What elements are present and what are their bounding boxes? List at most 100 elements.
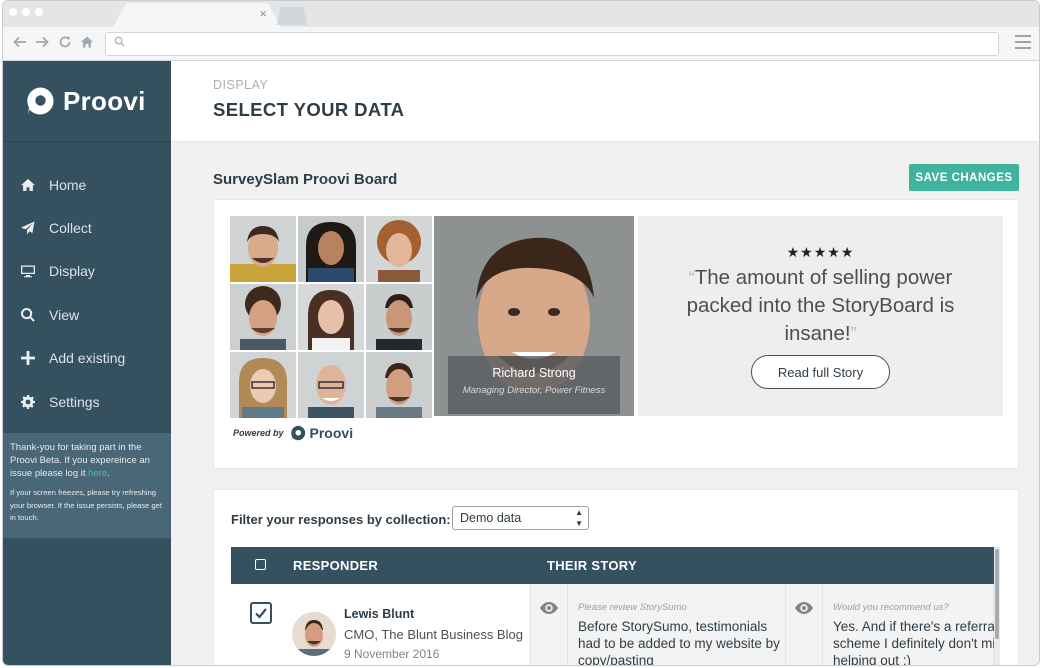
testimonial-photo[interactable] (230, 284, 296, 350)
table-row[interactable]: Lewis Blunt CMO, The Blunt Business Blog… (231, 584, 994, 666)
story-answer: Yes. And if there's a referral scheme I … (833, 619, 994, 666)
cell-divider (567, 584, 568, 665)
avatar[interactable] (292, 612, 336, 656)
monitor-icon (21, 265, 35, 278)
close-quote-mark: ” (850, 324, 857, 344)
sidebar-item-display[interactable]: Display (3, 250, 171, 293)
powered-by-label: Powered by (233, 428, 284, 438)
responder-cell: Lewis Blunt CMO, The Blunt Business Blog… (231, 584, 531, 665)
quote-panel: ★★★★★ “The amount of selling power packe… (638, 216, 1003, 416)
column-header-story[interactable]: THEIR STORY (547, 558, 637, 573)
beta-report-link[interactable]: here (88, 468, 107, 479)
sidebar-item-label: View (49, 306, 80, 323)
home-browser-icon[interactable] (80, 35, 94, 49)
sidebar-item-settings[interactable]: Settings (3, 380, 171, 423)
browser-tab[interactable]: × (113, 3, 281, 27)
testimonial-quote: “The amount of selling power packed into… (678, 264, 963, 348)
brand-name: Proovi (63, 85, 146, 116)
sidebar-menu: Home Collect Display View Add existing S… (3, 163, 171, 423)
sidebar-item-view[interactable]: View (3, 293, 171, 336)
sidebar-item-home[interactable]: Home (3, 163, 171, 206)
beta-text: Thank-you for taking part in the Proovi … (10, 442, 150, 479)
home-icon (21, 178, 35, 191)
testimonial-photo[interactable] (366, 352, 432, 418)
eye-icon[interactable] (540, 602, 558, 614)
table-header: RESPONDER THEIR STORY (231, 547, 994, 584)
sidebar: Proovi Home Collect Display View Add exi… (3, 61, 171, 665)
powered-by[interactable]: Powered by Proovi (233, 425, 353, 441)
select-arrows-icon: ▲ ▼ (575, 508, 583, 528)
save-changes-button[interactable]: SAVE CHANGES (909, 164, 1019, 191)
responder-name[interactable]: Lewis Blunt (344, 607, 414, 621)
browser-toolbar (3, 27, 1039, 61)
avatar-photo (292, 612, 336, 656)
story-board-preview: Richard Strong Managing Director, Power … (213, 199, 1019, 469)
address-bar[interactable] (105, 32, 999, 56)
gear-icon (21, 394, 35, 409)
responder-date: 9 November 2016 (344, 647, 440, 661)
sidebar-item-add-existing[interactable]: Add existing (3, 337, 171, 380)
select-all-checkbox[interactable] (255, 559, 266, 570)
maximize-window-dot[interactable] (35, 8, 43, 16)
story-cell[interactable]: Would you recommend us? Yes. And if ther… (786, 584, 994, 666)
checkmark-icon (255, 608, 267, 619)
testimonial-photo[interactable] (230, 352, 296, 418)
proovi-logo-icon (27, 87, 54, 115)
reload-icon[interactable] (58, 35, 72, 49)
responses-panel: Filter your responses by collection: Dem… (213, 489, 1019, 666)
row-checkbox[interactable] (250, 602, 272, 624)
plus-icon (21, 351, 35, 366)
featured-role: Managing Director, Power Fitness (462, 385, 606, 396)
main-content: DISPLAY SELECT YOUR DATA SurveySlam Proo… (171, 61, 1039, 666)
new-tab-button[interactable] (277, 7, 307, 25)
cell-divider (822, 584, 823, 665)
testimonial-photo[interactable] (298, 352, 364, 418)
browser-menu-icon[interactable] (1015, 35, 1031, 49)
brand[interactable]: Proovi (3, 61, 171, 142)
star-rating: ★★★★★ (786, 244, 855, 260)
testimonial-photo[interactable] (366, 216, 432, 282)
featured-testimonial-photo[interactable]: Richard Strong Managing Director, Power … (434, 216, 634, 416)
beta-message: Thank-you for taking part in the Proovi … (10, 441, 164, 480)
quote-text: The amount of selling power packed into … (686, 266, 955, 345)
collection-select[interactable]: Demo data ▲ ▼ (452, 506, 589, 530)
story-answer: Before StorySumo, testimonials had to be… (578, 619, 780, 666)
featured-caption: Richard Strong Managing Director, Power … (448, 356, 620, 414)
eye-icon[interactable] (795, 602, 813, 614)
collection-select-value: Demo data (460, 511, 522, 525)
testimonial-photo[interactable] (230, 216, 296, 282)
back-arrow-icon[interactable] (13, 35, 27, 49)
testimonial-photo[interactable] (298, 216, 364, 282)
testimonial-photo[interactable] (366, 284, 432, 350)
board-title: SurveySlam Proovi Board (213, 171, 398, 188)
story-question: Please review StorySumo (578, 602, 687, 613)
search-icon (114, 36, 125, 47)
page-header: DISPLAY SELECT YOUR DATA (171, 61, 1039, 142)
story-question: Would you recommend us? (833, 602, 949, 613)
powered-by-brand: Proovi (309, 425, 354, 441)
tab-close-icon[interactable]: × (259, 6, 267, 22)
close-window-dot[interactable] (9, 8, 17, 16)
proovi-logo-icon (290, 425, 305, 441)
send-icon (21, 221, 35, 235)
column-header-responder[interactable]: RESPONDER (293, 558, 378, 573)
minimize-window-dot[interactable] (22, 8, 30, 16)
window-controls (9, 8, 43, 16)
scrollbar-thumb[interactable] (995, 549, 999, 639)
featured-name: Richard Strong (492, 366, 576, 380)
read-full-story-button[interactable]: Read full Story (751, 355, 890, 389)
sidebar-item-collect[interactable]: Collect (3, 206, 171, 249)
page-title: SELECT YOUR DATA (213, 99, 405, 120)
responder-role: CMO, The Blunt Business Blog (344, 627, 523, 642)
sidebar-item-label: Home (49, 176, 87, 193)
testimonial-photo[interactable] (298, 284, 364, 350)
app: Proovi Home Collect Display View Add exi… (3, 61, 1039, 666)
forward-arrow-icon[interactable] (35, 35, 49, 49)
beta-text-end: . (107, 468, 110, 479)
story-cell[interactable]: Please review StorySumo Before StorySumo… (531, 584, 786, 666)
sidebar-item-label: Display (49, 263, 95, 280)
table-scrollbar[interactable] (994, 547, 1000, 665)
filter-label: Filter your responses by collection: (231, 512, 451, 527)
tab-bar: × (3, 1, 1039, 27)
sidebar-item-label: Collect (49, 220, 92, 237)
